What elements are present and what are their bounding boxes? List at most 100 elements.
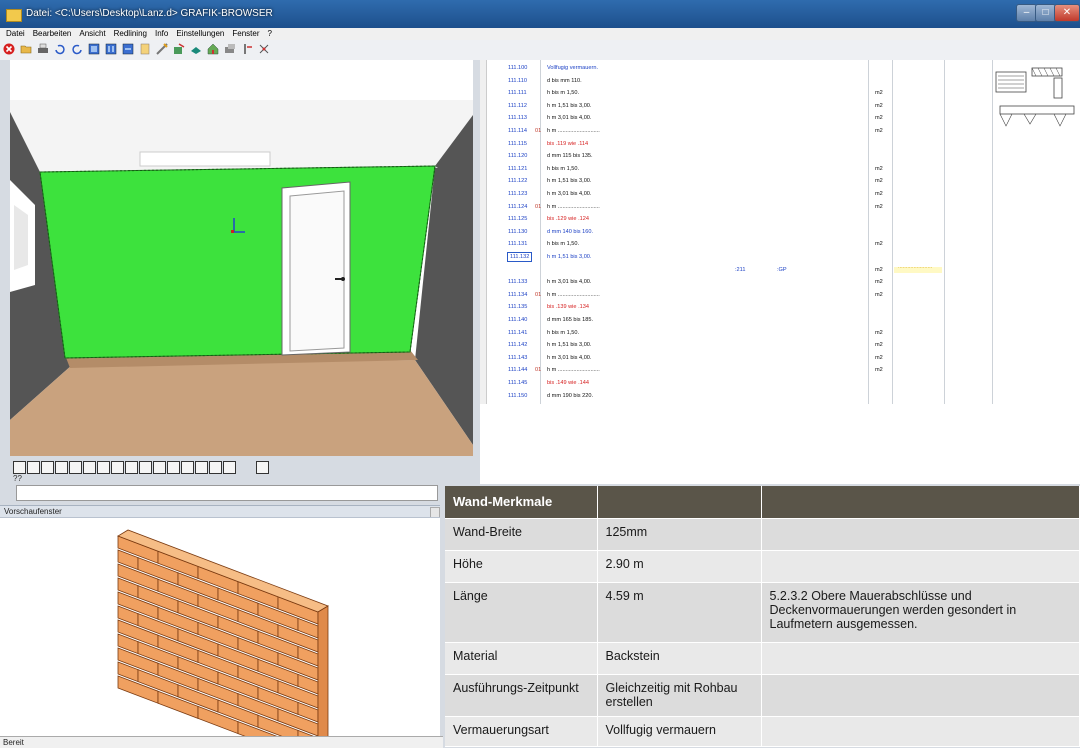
redo-icon[interactable] bbox=[71, 43, 83, 55]
open-folder-icon[interactable] bbox=[20, 43, 32, 55]
menu-ansicht[interactable]: Ansicht bbox=[75, 28, 109, 40]
list-item[interactable]: 111.150 d mm 190 bis 220. bbox=[480, 390, 1080, 402]
view-tool-7-icon[interactable] bbox=[97, 461, 110, 474]
menu-fenster[interactable]: Fenster bbox=[228, 28, 263, 40]
view-tool-15-icon[interactable] bbox=[209, 461, 222, 474]
menu-redlining[interactable]: Redlining bbox=[110, 28, 151, 40]
list-item-description: d mm 165 bis 185. bbox=[547, 317, 594, 323]
list-item-description: h m ........................... bbox=[547, 128, 600, 134]
list-item[interactable]: 111.142 h m 1,51 bis 3,00. m2 bbox=[480, 339, 1080, 351]
list-item[interactable]: 111.132 h m 1,51 bis 3,00. bbox=[480, 251, 1080, 263]
list-item-unit: m2 bbox=[875, 90, 883, 97]
list-item[interactable]: 111.113 h m 3,01 bis 4,00. m2 bbox=[480, 112, 1080, 124]
model-icon[interactable] bbox=[224, 43, 236, 55]
table-row: Material Backstein bbox=[445, 642, 1080, 675]
menu-einstellungen[interactable]: Einstellungen bbox=[172, 28, 228, 40]
list-item[interactable]: 111.112 h m 1,51 bis 3,00. m2 bbox=[480, 100, 1080, 112]
list-item-code: 111.141 bbox=[508, 329, 528, 336]
list-item-marker: 01 bbox=[535, 291, 542, 298]
property-label: Wand-Breite bbox=[445, 518, 598, 551]
menu-info[interactable]: Info bbox=[151, 28, 172, 40]
view-tool-12-icon[interactable] bbox=[167, 461, 180, 474]
menu-bearbeiten[interactable]: Bearbeiten bbox=[29, 28, 76, 40]
view-tool-10-icon[interactable] bbox=[139, 461, 152, 474]
layout-1-icon[interactable] bbox=[88, 43, 100, 55]
list-item[interactable]: 111.143 h m 3,01 bis 4,00. m2 bbox=[480, 352, 1080, 364]
stop-icon[interactable] bbox=[3, 43, 15, 55]
left-window bbox=[14, 205, 28, 270]
view-tool-14-icon[interactable] bbox=[195, 461, 208, 474]
list-item-description: h m 1,51 bis 3,00. bbox=[547, 102, 592, 109]
list-item[interactable]: 111.145 bis .149 wie .144 bbox=[480, 377, 1080, 389]
list-item[interactable]: 111.144 01 h m ...........................… bbox=[480, 364, 1080, 376]
secondary-toolbar bbox=[480, 40, 1080, 60]
list-item[interactable]: 111.140 d mm 165 bis 185. bbox=[480, 314, 1080, 326]
measure-icon[interactable] bbox=[156, 43, 168, 55]
layer-icon[interactable] bbox=[190, 43, 202, 55]
view-tool-4-icon[interactable] bbox=[55, 461, 68, 474]
view-tool-8-icon[interactable] bbox=[111, 461, 124, 474]
list-item-code: 111.125 bbox=[508, 216, 528, 223]
list-item[interactable]: 111.115 bis .119 wie .114 bbox=[480, 138, 1080, 150]
close-button[interactable]: ✕ bbox=[1054, 4, 1080, 22]
list-item-unit: m2 bbox=[875, 128, 883, 134]
list-item[interactable]: 111.100 Vollfugig vermauern. bbox=[480, 62, 1080, 74]
door[interactable] bbox=[289, 190, 345, 352]
layout-3-icon[interactable] bbox=[122, 43, 134, 55]
list-item-code: 111.122 bbox=[508, 178, 528, 185]
view-tool-2-icon[interactable] bbox=[27, 461, 40, 474]
menu-help[interactable]: ? bbox=[264, 28, 276, 40]
list-item[interactable]: 111.123 h m 3,01 bis 4,00. m2 bbox=[480, 188, 1080, 200]
list-item[interactable]: 111.130 d mm 140 bis 160. bbox=[480, 226, 1080, 238]
minimize-button[interactable]: – bbox=[1016, 4, 1037, 22]
house-icon[interactable] bbox=[207, 43, 219, 55]
view-tool-16-icon[interactable] bbox=[223, 461, 236, 474]
list-item[interactable]: 111.111 h bis m 1,50. m2 bbox=[480, 87, 1080, 99]
list-item-code: 111.124 bbox=[508, 203, 528, 210]
undo-icon[interactable] bbox=[54, 43, 66, 55]
view-tool-9-icon[interactable] bbox=[125, 461, 138, 474]
main-toolbar bbox=[0, 40, 480, 60]
code-list-scrollbar[interactable] bbox=[480, 60, 487, 404]
list-item[interactable]: 111.125 bis .129 wie .124 bbox=[480, 213, 1080, 225]
property-note bbox=[761, 642, 1080, 675]
view-status: ?? bbox=[13, 474, 22, 483]
list-item[interactable]: 111.131 h bis m 1,50. m2 bbox=[480, 238, 1080, 250]
view-tool-1-icon[interactable] bbox=[13, 461, 26, 474]
list-item[interactable]: 111.121 h bis m 1,50. m2 bbox=[480, 163, 1080, 175]
property-note bbox=[761, 716, 1080, 747]
print-icon[interactable] bbox=[37, 43, 49, 55]
list-item-unit: m2 bbox=[875, 115, 883, 122]
document-icon[interactable] bbox=[139, 43, 151, 55]
layout-2-icon[interactable] bbox=[105, 43, 117, 55]
view-tool-11-icon[interactable] bbox=[153, 461, 166, 474]
list-item[interactable]: 111.135 bis .139 wie .134 bbox=[480, 301, 1080, 313]
selected-wall[interactable] bbox=[39, 165, 436, 359]
list-item-unit: m2 bbox=[875, 329, 883, 336]
view-tool-5-icon[interactable] bbox=[69, 461, 82, 474]
3d-viewport[interactable] bbox=[10, 60, 473, 456]
view-tool-6-icon[interactable] bbox=[83, 461, 96, 474]
list-item[interactable]: 111.110 d bis mm 110. bbox=[480, 75, 1080, 87]
menu-datei[interactable]: Datei bbox=[0, 28, 29, 40]
list-item[interactable]: 111.124 01 h m ...........................… bbox=[480, 201, 1080, 213]
view-tool-17-icon[interactable] bbox=[256, 461, 269, 474]
elevation-icon[interactable] bbox=[241, 43, 253, 55]
list-item-marker: 01 bbox=[535, 203, 542, 210]
list-item[interactable]: 111.141 h bis m 1,50. m2 bbox=[480, 327, 1080, 339]
list-item[interactable]: 111.133 h m 3,01 bis 4,00. m2 bbox=[480, 276, 1080, 288]
list-item-description: h m 3,01 bis 4,00. bbox=[547, 354, 592, 361]
list-item[interactable]: 111.122 h m 1,51 bis 3,00. m2 bbox=[480, 175, 1080, 187]
list-item[interactable]: 111.114 01 h m ...........................… bbox=[480, 125, 1080, 137]
view-tool-13-icon[interactable] bbox=[181, 461, 194, 474]
section-icon[interactable] bbox=[258, 43, 270, 55]
list-item[interactable]: m2:211:GP...................... bbox=[480, 264, 1080, 276]
paint-icon[interactable] bbox=[173, 43, 185, 55]
command-input[interactable] bbox=[16, 485, 438, 501]
list-item[interactable]: 111.134 01 h m ...........................… bbox=[480, 289, 1080, 301]
maximize-button[interactable]: □ bbox=[1035, 4, 1056, 22]
list-item[interactable]: 111.120 d mm 115 bis 135. bbox=[480, 150, 1080, 162]
property-note bbox=[761, 550, 1080, 583]
view-tool-3-icon[interactable] bbox=[41, 461, 54, 474]
list-item-code: 111.123 bbox=[508, 191, 528, 197]
